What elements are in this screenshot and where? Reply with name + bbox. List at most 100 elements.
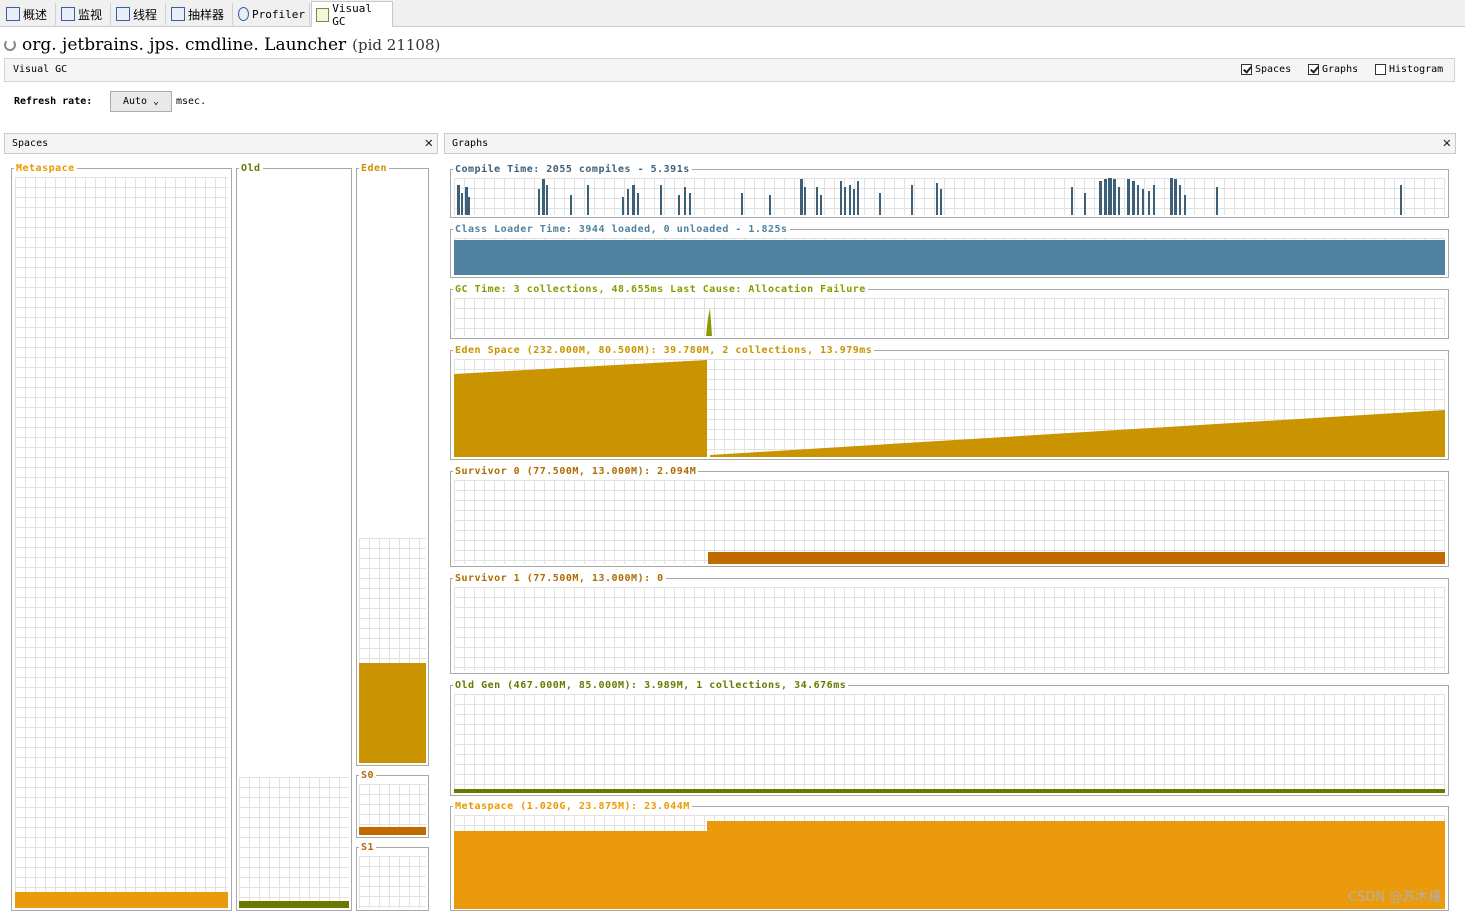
eden-space-chart <box>454 360 1445 457</box>
compile-spike <box>741 193 743 215</box>
close-icon[interactable]: ✕ <box>425 135 433 151</box>
tab-sampler[interactable]: 抽样器 <box>167 3 233 25</box>
gc-time-chart <box>706 308 712 336</box>
sampler-icon <box>171 7 185 21</box>
metaspace-used-fill <box>15 892 228 908</box>
tab-profiler[interactable]: Profiler <box>234 3 310 25</box>
refresh-rate-label: Refresh rate: <box>14 96 93 107</box>
metaspace-space: Metaspace <box>11 163 232 911</box>
compile-spike <box>1142 189 1144 215</box>
tab-threads[interactable]: 线程 <box>112 3 166 25</box>
checkbox-checked-icon[interactable] <box>1308 64 1319 75</box>
old-gen-graph: Old Gen (467.000M, 85.000M): 3.989M, 1 c… <box>450 680 1449 796</box>
compile-spike <box>1099 181 1102 215</box>
metaspace-grid <box>15 177 228 908</box>
eden-space-plot <box>454 359 1445 457</box>
chevron-down-icon: ⌄ <box>153 96 160 107</box>
compile-spike <box>542 179 545 215</box>
overview-icon <box>6 7 20 21</box>
compile-spike <box>1137 185 1139 215</box>
compile-spike <box>1113 179 1116 215</box>
s0-space-label: S0 <box>359 770 377 781</box>
eden-area-after-gc <box>710 410 1445 457</box>
compile-spike <box>940 189 942 215</box>
tab-monitor[interactable]: 监视 <box>57 3 111 25</box>
eden-space-label: Eden <box>359 163 390 174</box>
checkbox-unchecked-icon[interactable] <box>1375 64 1386 75</box>
survivor0-plot <box>454 480 1445 564</box>
compile-spike <box>1071 187 1073 215</box>
metaspace-space-label: Metaspace <box>14 163 77 174</box>
old-used-fill <box>239 901 349 908</box>
eden-space: Eden <box>356 163 429 766</box>
metaspace-area <box>454 821 1445 909</box>
tab-overview[interactable]: 概述 <box>2 3 56 25</box>
compile-spike <box>570 195 572 215</box>
compile-spike <box>678 195 680 215</box>
compile-spike <box>684 187 686 215</box>
compile-spike <box>632 185 635 215</box>
old-space-label: Old <box>239 163 263 174</box>
compile-spike <box>820 195 822 215</box>
survivor1-plot <box>454 587 1445 671</box>
survivor0-graph: Survivor 0 (77.500M, 13.000M): 2.094M <box>450 466 1449 567</box>
s1-space-label: S1 <box>359 842 377 853</box>
gc-time-graph: GC Time: 3 collections, 48.655ms Last Ca… <box>450 284 1449 339</box>
threads-icon <box>116 7 130 21</box>
app-title: org. jetbrains. jps. cmdline. Launcher <box>22 35 347 55</box>
compile-spike <box>816 187 818 215</box>
old-space-body <box>239 177 349 908</box>
compile-spike <box>538 189 540 215</box>
compile-spike <box>1184 195 1186 215</box>
eden-space-body <box>359 177 426 763</box>
compile-spike <box>457 185 460 215</box>
compile-spike <box>468 197 470 215</box>
compile-spike <box>857 181 859 215</box>
eden-space-graph-label: Eden Space (232.000M, 80.500M): 39.780M,… <box>453 345 875 356</box>
old-gen-plot <box>454 694 1445 793</box>
spaces-panel-header: Spaces ✕ <box>4 133 438 154</box>
profiler-icon <box>238 7 250 21</box>
compile-spike <box>1132 181 1135 215</box>
checkbox-checked-icon[interactable] <box>1241 64 1252 75</box>
s0-space: S0 <box>356 770 429 838</box>
compile-spike <box>1179 185 1181 215</box>
spaces-panel-title: Spaces <box>12 138 49 149</box>
compile-spike <box>1108 178 1112 215</box>
compile-spike <box>844 187 846 215</box>
old-space: Old <box>236 163 352 911</box>
tab-bar: 概述 监视 线程 抽样器 Profiler Visual GC <box>0 0 1465 28</box>
visual-gc-toolbar: Visual GC Spaces Graphs Histogram <box>4 58 1455 82</box>
eden-area-before-gc <box>454 360 707 457</box>
survivor0-label: Survivor 0 (77.500M, 13.000M): 2.094M <box>453 466 699 477</box>
refresh-rate-select[interactable]: Auto ⌄ <box>110 91 172 112</box>
compile-spike <box>689 193 691 215</box>
tab-visual-gc[interactable]: Visual GC <box>311 1 393 28</box>
compile-spike <box>1170 178 1173 215</box>
s0-grid <box>359 784 426 835</box>
watermark: CSDN @苏木槿 <box>1348 890 1442 905</box>
s1-grid <box>359 856 426 908</box>
compile-spike <box>1216 187 1218 215</box>
s0-used-fill <box>359 827 426 835</box>
eden-used-fill <box>359 663 426 763</box>
compile-spike <box>622 197 624 215</box>
histogram-checkbox[interactable]: Histogram <box>1375 64 1443 75</box>
metaspace-graph: Metaspace (1.020G, 23.875M): 23.044M <box>450 801 1449 911</box>
compile-spike <box>1084 193 1086 215</box>
gc-spike <box>706 308 712 336</box>
compile-spike <box>461 193 463 215</box>
compile-spike <box>853 189 855 215</box>
compile-spike <box>1400 185 1402 215</box>
compile-spike <box>800 179 803 215</box>
spaces-checkbox[interactable]: Spaces <box>1241 64 1291 75</box>
compile-spike <box>1148 191 1150 215</box>
compile-spike <box>840 181 842 215</box>
compile-spike <box>769 195 771 215</box>
close-icon[interactable]: ✕ <box>1443 135 1451 151</box>
graphs-checkbox[interactable]: Graphs <box>1308 64 1358 75</box>
compile-spike <box>911 185 913 215</box>
compile-spike <box>1118 187 1120 215</box>
eden-space-graph: Eden Space (232.000M, 80.500M): 39.780M,… <box>450 345 1449 460</box>
survivor0-area <box>708 552 1445 564</box>
